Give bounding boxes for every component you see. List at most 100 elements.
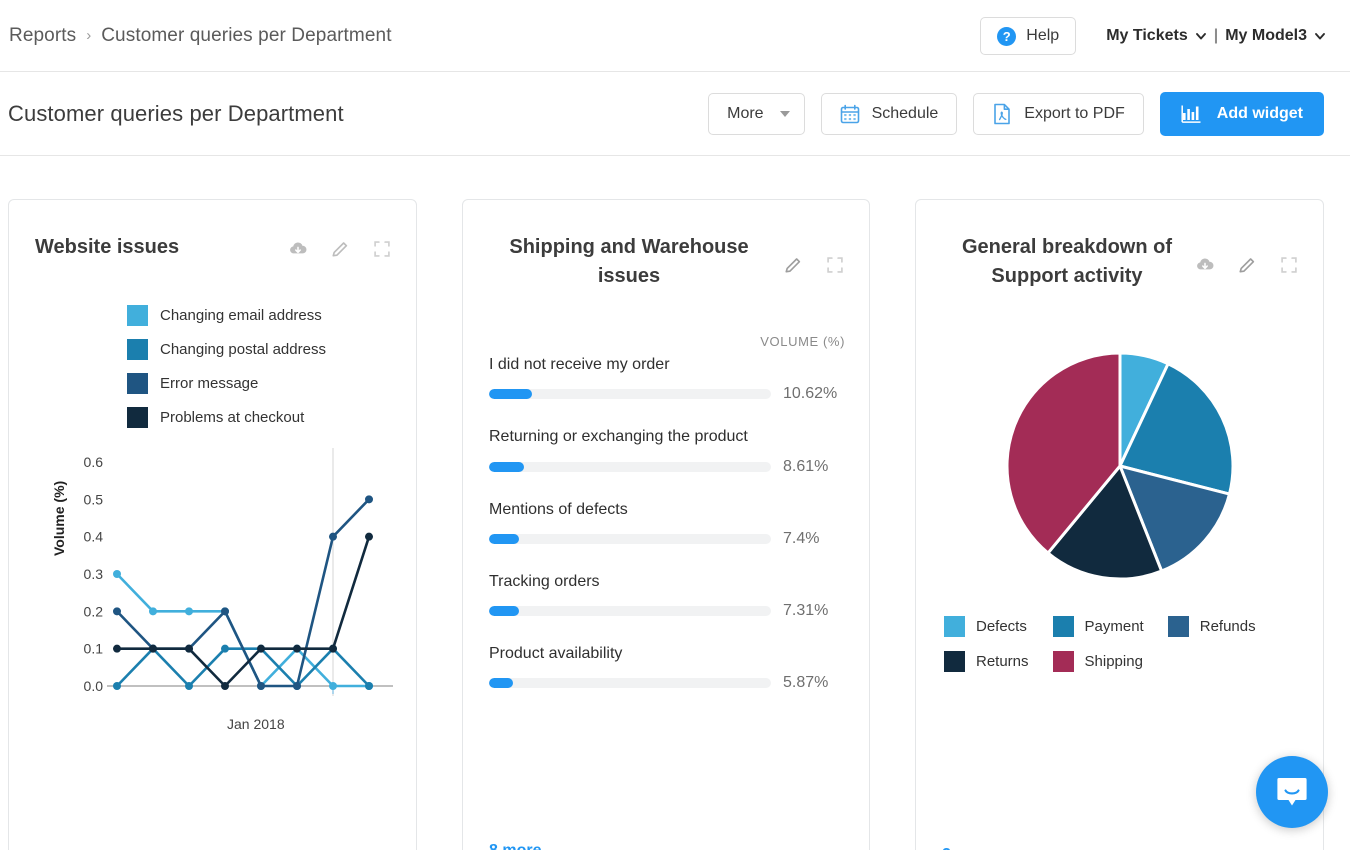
question-mark-icon: ? (997, 26, 1017, 46)
page-title-bar: Customer queries per Department More Sch… (0, 72, 1350, 156)
add-widget-button[interactable]: Add widget (1159, 92, 1324, 136)
data-point (365, 495, 373, 504)
chat-bubble-icon (1277, 778, 1307, 806)
data-point (185, 682, 193, 690)
issue-bar-label: Mentions of defects (489, 500, 628, 518)
data-point (221, 607, 229, 616)
issue-bar-track (489, 678, 771, 689)
widget-title: General breakdown of Support activity (961, 236, 1173, 287)
widget-header: Website issues (9, 200, 416, 262)
pie-chart-canvas (1005, 351, 1234, 581)
my-tickets-label: My Tickets (1106, 27, 1188, 44)
volume-column-header: VOLUME (%) (760, 334, 845, 349)
issue-bar-value: 7.31% (783, 602, 829, 620)
issue-bar-label: Product availability (489, 645, 623, 663)
legend-item[interactable]: Shipping (1052, 651, 1144, 672)
cloud-download-icon[interactable] (1195, 255, 1215, 275)
expand-icon[interactable] (372, 239, 392, 259)
legend-label: Shipping (1084, 653, 1143, 670)
pie-chart-legend: Defects Payment Refunds Returns Shipping (944, 616, 1323, 672)
expand-icon[interactable] (1279, 255, 1299, 275)
data-point (257, 644, 265, 653)
line-chart-legend: Changing email address Changing postal a… (127, 305, 416, 428)
issue-bar-track (489, 389, 771, 400)
issue-bar-item[interactable]: Returning or exchanging the product 8.61% (489, 424, 845, 475)
more-button[interactable]: More (708, 93, 805, 135)
legend-swatch (127, 407, 148, 428)
my-model-label: My Model3 (1225, 27, 1307, 44)
my-tickets-menu[interactable]: My Tickets (1106, 27, 1207, 45)
legend-item[interactable]: Changing postal address (127, 339, 416, 360)
caret-down-icon (779, 111, 790, 117)
add-widget-button-label: Add widget (1216, 105, 1303, 122)
schedule-button[interactable]: Schedule (820, 93, 958, 135)
y-axis-tick-label: 0.4 (84, 529, 104, 545)
show-more-link-support[interactable]: 2 more (942, 846, 994, 850)
data-point (113, 644, 121, 653)
intercom-chat-launcher[interactable] (1256, 756, 1328, 828)
help-button[interactable]: ? Help (980, 17, 1077, 55)
data-point (329, 644, 337, 653)
issue-bar-value: 5.87% (783, 674, 829, 692)
breadcrumb-item-reports[interactable]: Reports (9, 25, 76, 47)
data-point (113, 682, 121, 690)
top-navigation-bar: Reports › Customer queries per Departmen… (0, 0, 1350, 72)
breadcrumb-item-current[interactable]: Customer queries per Department (101, 25, 391, 47)
bar-chart-icon (1181, 105, 1201, 123)
edit-pencil-icon[interactable] (330, 239, 350, 259)
data-point (185, 644, 193, 653)
expand-icon[interactable] (825, 255, 845, 275)
legend-label: Changing email address (160, 307, 322, 324)
issue-bar-fill (489, 533, 520, 544)
pdf-file-icon (994, 103, 1011, 125)
legend-label: Problems at checkout (160, 409, 305, 426)
legend-item[interactable]: Returns (944, 651, 1029, 672)
issue-bar-value: 8.61% (783, 457, 829, 475)
legend-item[interactable]: Refunds (1167, 616, 1256, 637)
data-point (113, 607, 121, 616)
issue-bar-track (489, 461, 771, 472)
page-action-toolbar: More Schedule Export to PDF Add widget (708, 72, 1324, 156)
legend-label: Refunds (1199, 618, 1256, 635)
legend-item[interactable]: Error message (127, 373, 416, 394)
export-to-pdf-button-label: Export to PDF (1024, 105, 1125, 122)
schedule-button-label: Schedule (871, 105, 939, 122)
edit-pencil-icon[interactable] (1237, 255, 1257, 275)
legend-label: Changing postal address (160, 341, 326, 358)
legend-label: Payment (1084, 618, 1144, 635)
issue-bar-item[interactable]: I did not receive my order 10.62% (489, 352, 845, 403)
legend-label: Returns (976, 653, 1029, 670)
data-point (365, 682, 373, 690)
widget-header-actions (783, 233, 845, 275)
legend-item[interactable]: Problems at checkout (127, 407, 416, 428)
data-point (149, 644, 157, 653)
export-to-pdf-button[interactable]: Export to PDF (973, 93, 1144, 135)
line-chart-canvas: 0.0 0.1 0.2 0.3 0.4 0.5 0.6 (84, 448, 393, 696)
widget-header: General breakdown of Support activity (916, 200, 1323, 291)
chevron-down-icon (1315, 33, 1325, 40)
legend-swatch (127, 339, 148, 360)
legend-item[interactable]: Defects (944, 616, 1029, 637)
issue-bar-fill (489, 678, 513, 689)
show-more-link-shipping[interactable]: 8 more (489, 842, 541, 850)
widget-header-actions (288, 233, 392, 259)
y-axis-label: Volume (%) (51, 480, 67, 556)
cloud-download-icon[interactable] (288, 239, 308, 259)
data-point (221, 682, 229, 690)
issue-bar-item[interactable]: Tracking orders 7.31% (489, 569, 845, 620)
issue-bar-item[interactable]: Mentions of defects 7.4% (489, 497, 845, 548)
issue-bar-row: 8.61% (489, 458, 845, 476)
issue-bar-item[interactable]: Product availability 5.87% (489, 641, 845, 692)
legend-item[interactable]: Changing email address (127, 305, 416, 326)
my-model-menu[interactable]: My Model3 (1225, 27, 1326, 45)
breadcrumb: Reports › Customer queries per Departmen… (0, 25, 392, 47)
edit-pencil-icon[interactable] (783, 255, 803, 275)
data-point (329, 532, 337, 541)
data-point (185, 607, 193, 616)
chevron-down-icon (1195, 33, 1206, 40)
widget-support-activity: General breakdown of Support activity De… (915, 199, 1324, 850)
legend-item[interactable]: Payment (1052, 616, 1144, 637)
issue-bar-list: I did not receive my order 10.62% Returnin… (463, 349, 869, 692)
issue-bar-fill (489, 461, 525, 472)
data-point (221, 644, 229, 653)
